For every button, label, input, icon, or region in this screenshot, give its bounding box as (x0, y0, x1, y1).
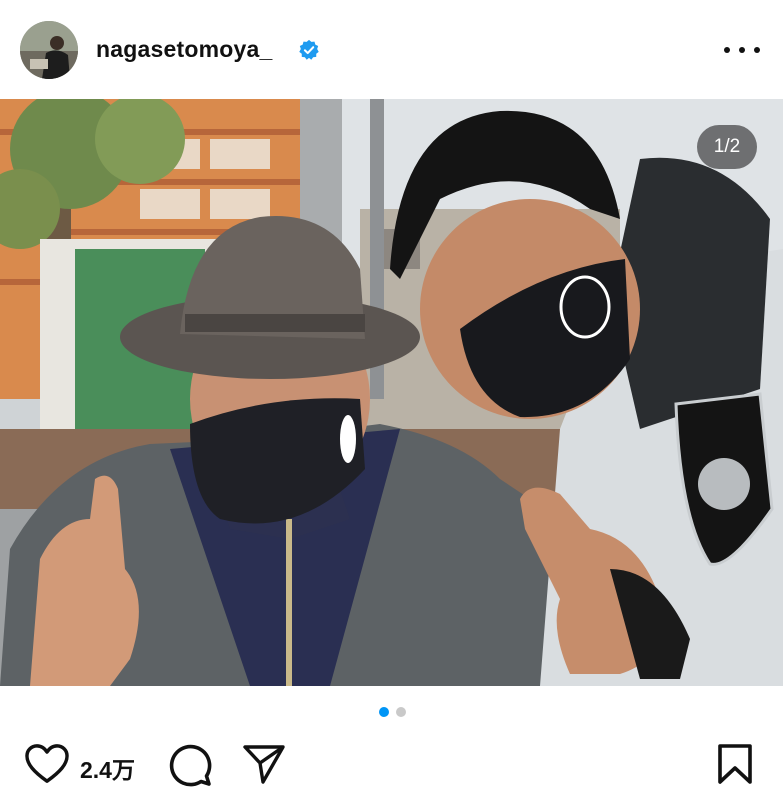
image-counter: 1/2 (697, 125, 757, 169)
paper-plane-icon[interactable] (242, 743, 286, 785)
carousel-dot (395, 707, 406, 717)
post-header: nagasetomoya_ (0, 0, 783, 100)
bookmark-icon[interactable] (716, 743, 754, 785)
more-options-icon[interactable] (724, 38, 760, 62)
action-bar: 2.4万 (0, 740, 783, 790)
verified-badge-icon (299, 39, 319, 60)
like-count[interactable]: 2.4万 (80, 751, 135, 785)
post-photo[interactable] (0, 99, 783, 686)
carousel-indicator (0, 707, 783, 721)
username[interactable]: nagasetomoya_ (96, 36, 272, 63)
avatar[interactable] (20, 21, 78, 79)
carousel-dot-active (378, 707, 389, 717)
heart-icon[interactable] (24, 743, 70, 785)
comment-bubble-icon[interactable] (168, 743, 212, 787)
